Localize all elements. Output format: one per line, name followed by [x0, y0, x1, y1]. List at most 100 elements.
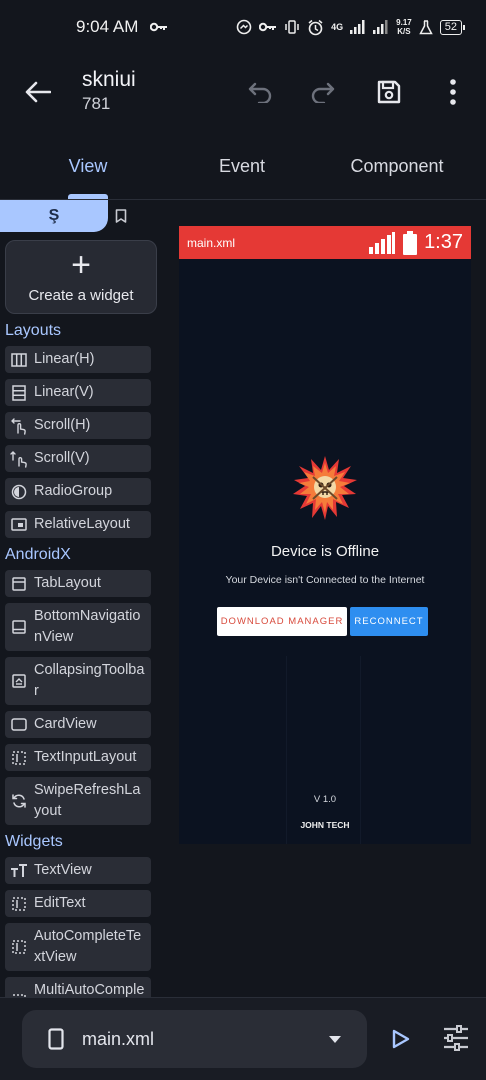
widget-edittext[interactable]: EditText [5, 890, 151, 917]
widget-cardview[interactable]: CardView [5, 711, 151, 738]
footer-column [286, 656, 361, 844]
tab-event[interactable]: Event [200, 140, 284, 200]
refresh-icon [9, 791, 29, 811]
play-icon [392, 1029, 410, 1049]
vibrate-icon [285, 20, 299, 34]
relative-layout-icon [9, 515, 29, 535]
messenger-icon [236, 19, 252, 35]
rows-icon [9, 383, 29, 403]
net-speed-value: 9.17 [396, 18, 412, 27]
redo-icon [311, 82, 335, 103]
edit-text-icon [9, 894, 29, 914]
widget-linear-h[interactable]: Linear(H) [5, 346, 151, 373]
widget-autocompletetextview[interactable]: AutoCompleteTextView [5, 923, 151, 971]
bottom-nav-icon [9, 617, 29, 637]
tab-component[interactable]: Component [332, 140, 462, 200]
tab-layout-icon [9, 574, 29, 594]
autocomplete-icon [9, 937, 29, 957]
section-layouts: Layouts [5, 322, 62, 339]
text-input-icon [9, 748, 29, 768]
back-button[interactable] [22, 76, 54, 108]
widget-label: RelativeLayout [34, 516, 130, 532]
tab-view[interactable]: View [48, 140, 128, 200]
preview-file-name: main.xml [187, 235, 236, 250]
widget-label: Linear(H) [34, 351, 95, 367]
widget-bottomnavigationview[interactable]: BottomNavigationView [5, 603, 151, 651]
columns-icon [9, 350, 29, 370]
widget-textinputlayout[interactable]: TextInputLayout [5, 744, 151, 771]
plus-icon: + [71, 245, 91, 284]
palette-tabs: Ş [0, 200, 160, 232]
text-icon [9, 861, 29, 881]
widget-scroll-h[interactable]: Scroll(H) [5, 412, 151, 439]
signal-icon [350, 20, 365, 34]
save-icon [377, 80, 401, 104]
card-icon [9, 715, 29, 735]
system-status-bar: 9:04 AM 4G 9.17 K/S 52 [0, 0, 486, 54]
key-icon [150, 22, 168, 32]
widget-relativelayout[interactable]: RelativeLayout [5, 511, 151, 538]
more-options-button[interactable] [437, 76, 469, 108]
file-selector[interactable]: main.xml [22, 1010, 367, 1068]
offline-skull-icon [293, 456, 357, 520]
brand-label: JOHN TECH [300, 820, 350, 830]
widget-label: RadioGroup [34, 483, 113, 499]
app-version: V 1.0 [313, 794, 337, 805]
dropdown-arrow-icon [329, 1035, 341, 1043]
preview-time: 1:37 [424, 231, 463, 253]
widget-scroll-v[interactable]: Scroll(V) [5, 445, 151, 472]
network-type: 4G [331, 22, 344, 32]
flask-icon [419, 19, 433, 34]
widget-radiogroup[interactable]: RadioGroup [5, 478, 151, 505]
widget-tablayout[interactable]: TabLayout [5, 570, 151, 597]
download-manager-button[interactable]: DOWNLOAD MANAGER [217, 607, 347, 636]
widget-label: TextView [34, 862, 92, 878]
current-file-name: main.xml [82, 1028, 155, 1049]
create-widget-button[interactable]: + Create a widget [5, 240, 157, 314]
arrow-back-icon [25, 81, 51, 103]
undo-icon [248, 82, 272, 103]
net-speed: 9.17 K/S [396, 18, 412, 36]
widget-label: AutoCompleteTextView [34, 928, 142, 965]
editor-tabs: View Event Component [0, 140, 486, 200]
phone-icon [48, 1028, 64, 1050]
widget-label: TextInputLayout [34, 749, 137, 765]
signal-2-icon [373, 20, 388, 34]
signal-icon [369, 231, 396, 254]
save-button[interactable] [373, 76, 405, 108]
palette-tab-widgets[interactable]: Ş [0, 200, 108, 232]
undo-button[interactable] [244, 76, 276, 108]
battery-indicator: 52 [439, 19, 466, 35]
run-button[interactable] [386, 1024, 416, 1054]
widget-label: TabLayout [34, 575, 101, 591]
offline-message: Your Device isn't Connected to the Inter… [225, 574, 425, 586]
redo-button[interactable] [307, 76, 339, 108]
settings-button[interactable] [440, 1022, 472, 1054]
bookmark-icon [115, 209, 127, 223]
reconnect-button[interactable]: RECONNECT [350, 607, 428, 636]
palette-tab-bookmarks[interactable] [108, 200, 134, 232]
swipe-vertical-icon [9, 449, 29, 469]
project-id: 781 [82, 94, 111, 113]
widget-swiperefreshlayout[interactable]: SwipeRefreshLayout [5, 777, 151, 825]
tune-icon [444, 1025, 468, 1051]
widget-textview[interactable]: TextView [5, 857, 151, 884]
widget-collapsingtoolbar[interactable]: CollapsingToolbar [5, 657, 151, 705]
layout-preview[interactable]: main.xml 1:37 Device is Offline Your Dev… [179, 226, 471, 844]
active-tab-indicator [68, 194, 108, 199]
widget-linear-v[interactable]: Linear(V) [5, 379, 151, 406]
widget-label: Linear(V) [34, 384, 94, 400]
widget-label: CollapsingToolbar [34, 662, 145, 699]
offline-title: Device is Offline [270, 543, 380, 560]
widget-label: EditText [34, 895, 86, 911]
widget-label: BottomNavigationView [34, 608, 141, 645]
create-widget-label: Create a widget [28, 286, 134, 304]
widget-label: Scroll(H) [34, 417, 91, 433]
status-time: 9:04 AM [76, 17, 139, 36]
collapsing-toolbar-icon [9, 671, 29, 691]
swipe-horizontal-icon [9, 416, 29, 436]
section-widgets: Widgets [5, 833, 63, 850]
preview-status-bar: main.xml 1:37 [179, 226, 471, 259]
vpn-key-icon [259, 22, 277, 32]
more-vert-icon [450, 79, 456, 105]
